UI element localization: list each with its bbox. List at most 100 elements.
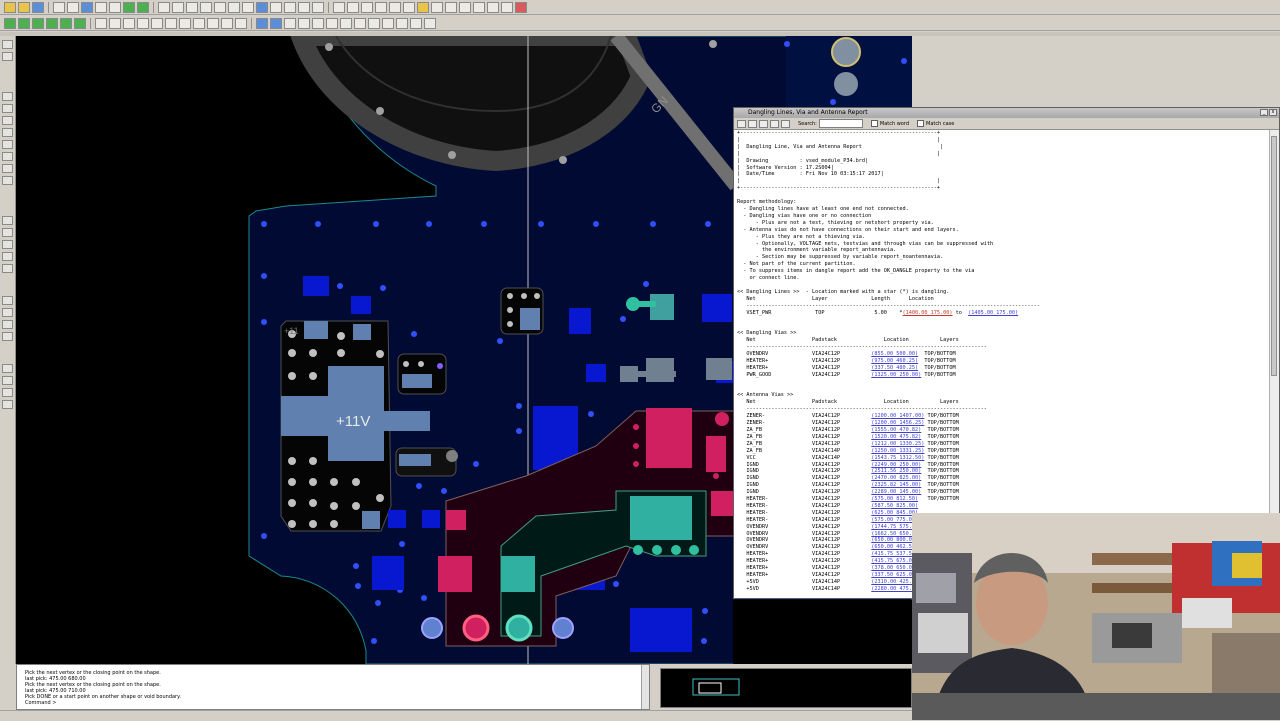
shape-add-icon[interactable]	[2, 216, 13, 225]
location-link[interactable]: (975.00 460.25)	[871, 358, 918, 364]
unrats-icon[interactable]	[284, 17, 296, 29]
drc-icon[interactable]	[375, 1, 387, 13]
add-connect-icon[interactable]	[123, 1, 135, 13]
glossing-icon[interactable]	[151, 17, 163, 29]
refresh-icon[interactable]	[737, 119, 746, 128]
edit-vertex-icon[interactable]	[2, 176, 13, 185]
help-icon[interactable]	[424, 17, 436, 29]
fanout-icon[interactable]	[137, 17, 149, 29]
close-icon[interactable]: x	[1269, 109, 1277, 116]
new-file-icon[interactable]	[4, 1, 16, 13]
grid-icon[interactable]	[158, 1, 170, 13]
scrollbar-thumb[interactable]	[1271, 136, 1277, 376]
location-link[interactable]: (1200.00 1407.00)	[871, 413, 924, 419]
script-icon[interactable]	[410, 17, 422, 29]
location-link[interactable]: (1250.00 1331.25)	[871, 448, 924, 454]
assign-color-icon[interactable]	[298, 17, 310, 29]
zoom-window-icon[interactable]	[214, 1, 226, 13]
zoom-in-icon[interactable]	[172, 1, 184, 13]
route-keepin-icon[interactable]	[2, 332, 13, 341]
3d-view-icon[interactable]	[256, 1, 268, 13]
pan-icon[interactable]	[2, 52, 13, 61]
location-link[interactable]: (1555.00 470.82)	[871, 427, 921, 433]
search-input[interactable]	[818, 119, 863, 128]
add-poly-icon[interactable]	[2, 152, 13, 161]
report-title-bar[interactable]: Dangling Lines, Via and Antenna Report _…	[734, 108, 1279, 118]
options-icon[interactable]	[340, 17, 352, 29]
shape-void-icon[interactable]	[2, 240, 13, 249]
location-link[interactable]: (575.00 812.50)	[871, 496, 918, 502]
zoom-previous-icon[interactable]	[228, 1, 240, 13]
layer-mask-icon[interactable]	[74, 17, 86, 29]
label-icon[interactable]	[2, 400, 13, 409]
location-link[interactable]: (1543.75 1312.50)	[871, 455, 924, 461]
delete-icon[interactable]	[109, 1, 121, 13]
layer-silk-icon[interactable]	[60, 17, 72, 29]
spread-icon[interactable]	[165, 17, 177, 29]
package-icon[interactable]	[2, 376, 13, 385]
layer-gnd-icon[interactable]	[32, 17, 44, 29]
visibility-icon[interactable]	[312, 17, 324, 29]
shape-select-icon[interactable]	[2, 264, 13, 273]
measure-icon[interactable]	[347, 1, 359, 13]
pin-icon[interactable]	[2, 388, 13, 397]
lock-icon[interactable]	[473, 1, 485, 13]
location-link[interactable]: (1405.00 175.00)	[968, 310, 1018, 316]
shadow-icon[interactable]	[284, 1, 296, 13]
add-rect-icon[interactable]	[2, 116, 13, 125]
layer-top-icon[interactable]	[4, 17, 16, 29]
location-link[interactable]: (2249.00 250.00)	[871, 462, 921, 468]
close-report-icon[interactable]	[748, 119, 757, 128]
zoom-out-icon[interactable]	[186, 1, 198, 13]
save-icon[interactable]	[32, 1, 44, 13]
route-icon[interactable]	[109, 17, 121, 29]
shape-merge-icon[interactable]	[2, 252, 13, 261]
copy-icon[interactable]	[95, 1, 107, 13]
text-icon[interactable]	[179, 17, 191, 29]
shape-edit-icon[interactable]	[2, 228, 13, 237]
void-icon[interactable]	[445, 1, 457, 13]
add-text-icon[interactable]	[2, 104, 13, 113]
net-icon[interactable]	[256, 17, 268, 29]
match-case-checkbox[interactable]	[917, 120, 925, 127]
minimize-icon[interactable]: _	[1260, 109, 1268, 116]
drill-icon[interactable]	[382, 17, 394, 29]
zoom-fit-icon[interactable]	[200, 1, 212, 13]
open-file-icon[interactable]	[18, 1, 30, 13]
find-icon[interactable]	[326, 17, 338, 29]
location-link[interactable]: (2289.00 145.00)	[871, 489, 921, 495]
print-icon[interactable]	[770, 119, 779, 128]
minimap-view-rect[interactable]	[698, 682, 722, 694]
ratsnest-icon[interactable]	[270, 17, 282, 29]
redraw-icon[interactable]	[242, 1, 254, 13]
add-circle-icon[interactable]	[2, 140, 13, 149]
artwork-icon[interactable]	[354, 17, 366, 29]
location-link[interactable]: (337.50 480.25)	[871, 365, 918, 371]
add-arc-icon[interactable]	[2, 164, 13, 173]
color-icon[interactable]	[270, 1, 282, 13]
command-scrollbar[interactable]	[641, 665, 649, 709]
add-line-icon[interactable]	[2, 92, 13, 101]
flip-icon[interactable]	[501, 1, 513, 13]
arc-icon[interactable]	[207, 17, 219, 29]
highlight-icon[interactable]	[298, 1, 310, 13]
location-link[interactable]: (587.50 825.00)	[871, 503, 918, 509]
select-icon[interactable]	[2, 40, 13, 49]
location-link[interactable]: (1325.00 250.00)	[871, 372, 921, 378]
dimension-tool-icon[interactable]	[2, 296, 13, 305]
match-word-checkbox[interactable]	[870, 120, 878, 127]
gerber-icon[interactable]	[368, 17, 380, 29]
undo-icon[interactable]	[53, 1, 65, 13]
location-link[interactable]: (1400.00 175.00)	[903, 310, 953, 316]
dehighlight-icon[interactable]	[312, 1, 324, 13]
place-icon[interactable]	[95, 17, 107, 29]
cutout-icon[interactable]	[2, 308, 13, 317]
layer-bottom-icon[interactable]	[18, 17, 30, 29]
location-link[interactable]: (2511.56 250.00)	[871, 468, 921, 474]
move-icon[interactable]	[81, 1, 93, 13]
shape-icon[interactable]	[431, 1, 443, 13]
location-link[interactable]: (2470.00 825.00)	[871, 475, 921, 481]
command-window[interactable]: Pick the next vertex or the closing poin…	[16, 664, 650, 710]
location-link[interactable]: (1212.00 1330.25)	[871, 441, 924, 447]
redo-icon[interactable]	[67, 1, 79, 13]
